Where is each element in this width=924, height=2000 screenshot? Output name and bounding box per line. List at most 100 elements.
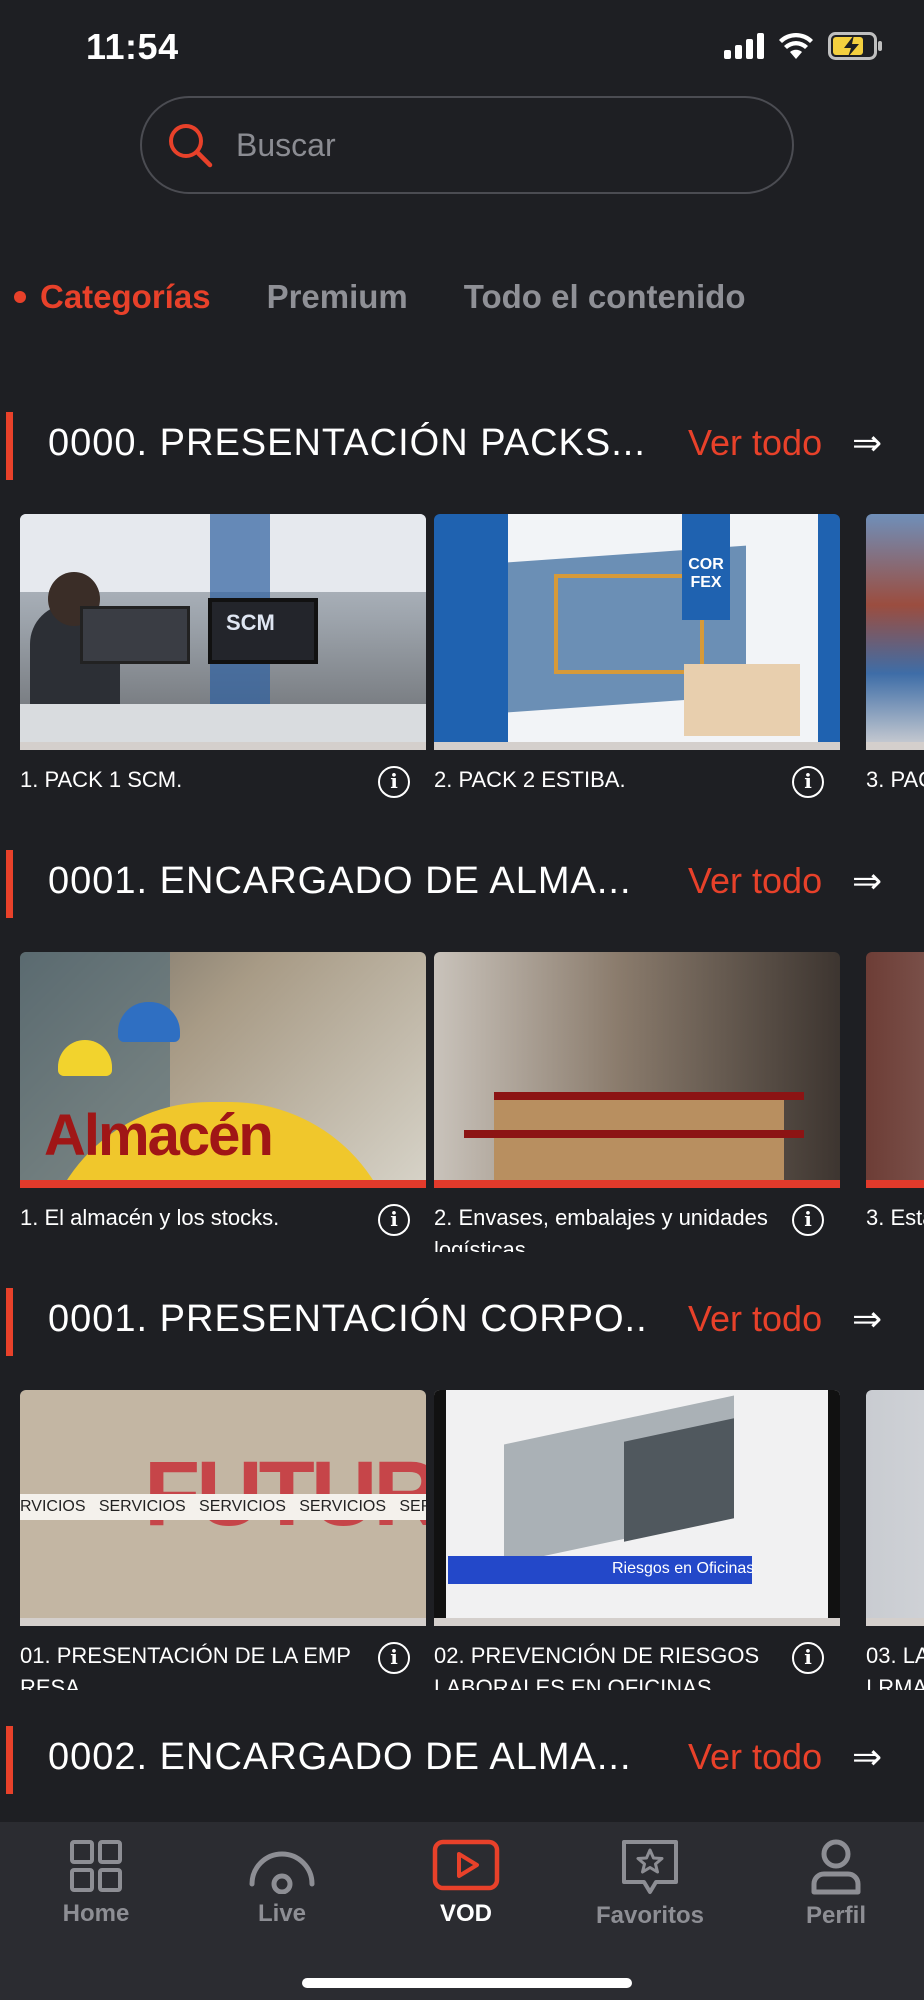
category-section: 0001. PRESENTACIÓN CORPO... Ver todo ⇒ — [0, 1288, 924, 1356]
section-accent-bar — [6, 1726, 13, 1794]
card-carousel[interactable]: SCM 1. PACK 1 SCM. i COR FEX 2. PACK 2 E… — [20, 514, 924, 804]
info-icon[interactable]: i — [378, 1642, 410, 1674]
category-section: 0002. ENCARGADO DE ALMA... Ver todo ⇒ — [0, 1726, 924, 1794]
arrow-right-icon[interactable]: ⇒ — [852, 422, 882, 464]
card-title: 1. PACK 1 SCM. — [20, 767, 183, 792]
search-icon — [169, 124, 213, 168]
status-bar: 11:54 — [0, 0, 924, 100]
thumbnail-label: Riesgos en Oficinas — [612, 1560, 755, 1577]
thumbnail-label: SCM — [226, 610, 275, 635]
section-header: 0000. PRESENTACIÓN PACKS... Ver todo ⇒ — [0, 412, 924, 480]
section-title: 0002. ENCARGADO DE ALMA... — [48, 1736, 632, 1778]
video-thumbnail[interactable] — [866, 514, 924, 742]
video-thumbnail[interactable]: COR FEX — [434, 514, 840, 742]
grid-icon — [70, 1840, 122, 1892]
home-indicator[interactable] — [302, 1978, 632, 1988]
watch-progress-bar — [434, 1180, 840, 1188]
wifi-icon — [779, 32, 813, 59]
video-card[interactable]: COR FEX 2. PACK 2 ESTIBA. i — [434, 514, 840, 798]
video-thumbnail[interactable]: Almacén — [20, 952, 426, 1180]
star-icon — [622, 1840, 678, 1894]
active-tab-dot — [14, 291, 26, 303]
thumbnail-strip: RVICIOS SERVICIOS SERVICIOS SERVICIOS SE… — [20, 1494, 426, 1520]
nav-label: Home — [62, 1900, 130, 1927]
status-time: 11:54 — [86, 26, 179, 67]
info-icon[interactable]: i — [378, 1204, 410, 1236]
video-card[interactable]: Almacén 1. El almacén y los stocks. i — [20, 952, 426, 1236]
card-title: 02. PREVENCIÓN DE RIESGOS LABORALES EN O… — [434, 1643, 760, 1690]
card-title: 03. LA I RMATIV — [866, 1643, 924, 1690]
nav-label: Perfil — [805, 1902, 867, 1929]
video-thumbnail[interactable]: FUTURO RVICIOS SERVICIOS SERVICIOS SERVI… — [20, 1390, 426, 1618]
nav-item-vod[interactable]: VOD — [386, 1838, 546, 1928]
section-header: 0002. ENCARGADO DE ALMA... Ver todo ⇒ — [0, 1726, 924, 1794]
thumbnail-label: COR FEX — [688, 556, 724, 591]
section-accent-bar — [6, 1288, 13, 1356]
tab-label: Categorías — [40, 278, 211, 315]
video-thumbnail[interactable]: SCM — [20, 514, 426, 742]
live-icon — [249, 1851, 315, 1894]
thumbnail-label: Almacén — [44, 1103, 274, 1168]
ver-todo-link[interactable]: Ver todo — [688, 422, 822, 464]
video-card[interactable]: 2. Envases, embalajes y unidades logísti… — [434, 952, 840, 1252]
watch-progress-bar — [20, 1618, 426, 1626]
section-accent-bar — [6, 412, 13, 480]
ver-todo-link[interactable]: Ver todo — [688, 1736, 822, 1778]
status-icons — [724, 32, 884, 60]
watch-progress-bar — [866, 1180, 924, 1188]
battery-charging-icon — [828, 32, 882, 60]
video-thumbnail[interactable]: Riesgos en Oficinas — [434, 1390, 840, 1618]
section-accent-bar — [6, 850, 13, 918]
info-icon[interactable]: i — [792, 1204, 824, 1236]
play-icon — [432, 1839, 500, 1891]
card-title: 2. PACK 2 ESTIBA. — [434, 767, 626, 792]
nav-label: VOD — [439, 1900, 492, 1927]
card-carousel[interactable]: FUTURO RVICIOS SERVICIOS SERVICIOS SERVI… — [20, 1390, 924, 1690]
info-icon[interactable]: i — [792, 766, 824, 798]
card-title: 3. Esta — [866, 1205, 924, 1230]
category-section: 0000. PRESENTACIÓN PACKS... Ver todo ⇒ — [0, 412, 924, 480]
bottom-navigation: Home Live VOD Favoritos Perfil — [0, 1822, 924, 2000]
video-card[interactable]: 3. PAC — [866, 514, 924, 792]
video-card[interactable]: SCM 1. PACK 1 SCM. i — [20, 514, 426, 798]
card-carousel[interactable]: Almacén 1. El almacén y los stocks. i 2.… — [20, 952, 924, 1252]
video-card[interactable]: 3. Esta — [866, 952, 924, 1230]
card-title: 01. PRESENTACIÓN DE LA EMPRESA — [20, 1643, 351, 1690]
arrow-right-icon[interactable]: ⇒ — [852, 1298, 882, 1340]
ver-todo-link[interactable]: Ver todo — [688, 860, 822, 902]
watch-progress-bar — [20, 742, 426, 750]
nav-label: Live — [257, 1900, 307, 1927]
search-bar[interactable] — [140, 96, 794, 194]
ver-todo-link[interactable]: Ver todo — [688, 1298, 822, 1340]
signal-icon — [724, 33, 764, 59]
tab-categorias[interactable]: Categorías — [14, 278, 211, 316]
section-title: 0000. PRESENTACIÓN PACKS... — [48, 422, 646, 464]
tab-todo-el-contenido[interactable]: Todo el contenido — [464, 278, 746, 316]
watch-progress-bar — [434, 1618, 840, 1626]
video-thumbnail[interactable] — [866, 952, 924, 1180]
nav-item-live[interactable]: Live — [202, 1838, 362, 1928]
video-card[interactable]: FUTURO RVICIOS SERVICIOS SERVICIOS SERVI… — [20, 1390, 426, 1690]
video-thumbnail[interactable] — [434, 952, 840, 1180]
tab-premium[interactable]: Premium — [267, 278, 408, 316]
nav-item-home[interactable]: Home — [16, 1838, 176, 1928]
info-icon[interactable]: i — [792, 1642, 824, 1674]
arrow-right-icon[interactable]: ⇒ — [852, 860, 882, 902]
nav-item-favoritos[interactable]: Favoritos — [570, 1838, 730, 1930]
video-card[interactable]: Riesgos en Oficinas 02. PREVENCIÓN DE RI… — [434, 1390, 840, 1690]
search-input[interactable] — [236, 126, 756, 164]
video-thumbnail[interactable] — [866, 1390, 924, 1618]
nav-label: Favoritos — [595, 1902, 705, 1929]
watch-progress-bar — [866, 1618, 924, 1626]
card-title: 2. Envases, embalajes y unidades logísti… — [434, 1205, 768, 1252]
info-icon[interactable]: i — [378, 766, 410, 798]
category-tabs: Categorías Premium Todo el contenido — [14, 278, 801, 316]
nav-item-perfil[interactable]: Perfil — [756, 1838, 916, 1930]
watch-progress-bar — [434, 742, 840, 750]
card-title: 1. El almacén y los stocks. — [20, 1205, 280, 1230]
category-section: 0001. ENCARGADO DE ALMA... Ver todo ⇒ — [0, 850, 924, 918]
section-title: 0001. ENCARGADO DE ALMA... — [48, 860, 632, 902]
user-icon — [811, 1839, 861, 1895]
video-card[interactable]: 03. LA I RMATIV — [866, 1390, 924, 1690]
arrow-right-icon[interactable]: ⇒ — [852, 1736, 882, 1778]
